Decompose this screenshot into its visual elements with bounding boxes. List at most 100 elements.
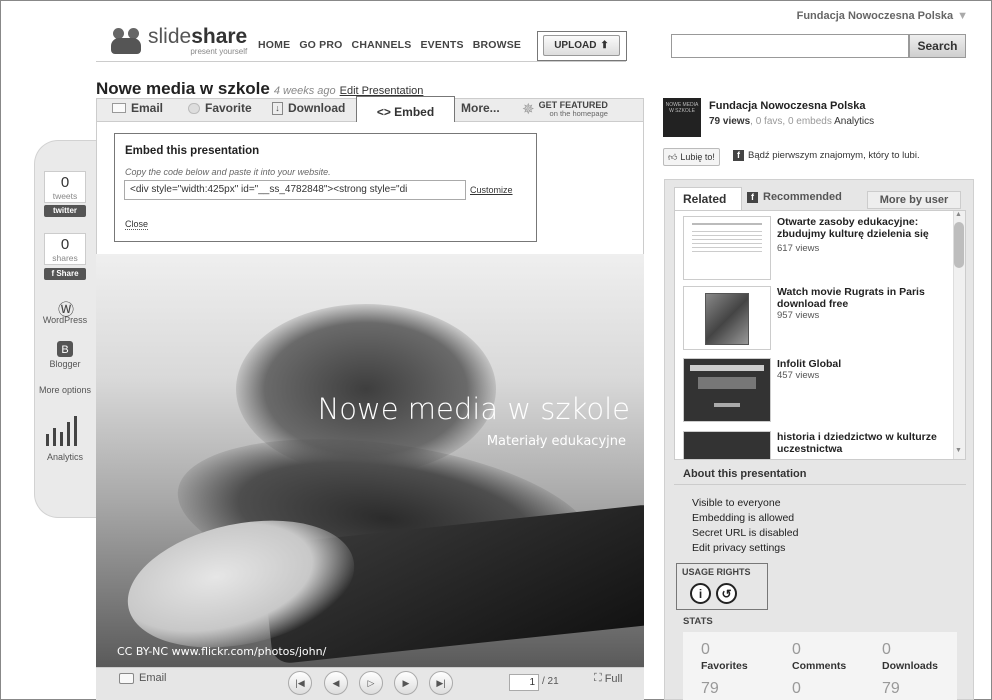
- tweet-count: 0: [60, 174, 70, 191]
- search-input[interactable]: [671, 34, 909, 58]
- embed-hint: Copy the code below and paste it into yo…: [125, 167, 331, 177]
- tweet-label: tweets: [52, 191, 78, 201]
- comments-label: Comments: [792, 660, 847, 672]
- nav-events[interactable]: EVENTS: [420, 39, 463, 51]
- analytics-bars-icon[interactable]: [46, 416, 80, 446]
- fullscreen-icon: ⛶: [594, 672, 602, 684]
- related-list: Otwarte zasoby edukacyjne: zbudujmy kult…: [674, 210, 966, 460]
- related-title[interactable]: Infolit Global: [777, 358, 957, 370]
- featured-line2: on the homepage: [549, 108, 608, 118]
- download-button[interactable]: ↓ Download: [272, 101, 345, 115]
- embedding-status: Embedding is allowed: [692, 512, 795, 524]
- favorites-label: Favorites: [701, 660, 748, 672]
- email-button[interactable]: Email: [112, 101, 163, 115]
- scroll-down-icon[interactable]: ▼: [955, 447, 962, 454]
- tab-related[interactable]: Related: [674, 187, 742, 211]
- usage-rights-label: USAGE RIGHTS: [682, 567, 751, 577]
- close-link[interactable]: Close: [125, 219, 149, 230]
- tab-more-by-user[interactable]: More by user: [867, 191, 961, 209]
- award-icon: ✵: [522, 101, 535, 118]
- top-nav: HOME GO PRO CHANNELS EVENTS BROWSE: [258, 39, 521, 51]
- related-item[interactable]: Otwarte zasoby edukacyjne: zbudujmy kult…: [683, 214, 953, 284]
- comments-total: 0: [792, 680, 801, 697]
- analytics-label[interactable]: Analytics: [34, 452, 96, 462]
- twitter-button[interactable]: twitter: [44, 205, 86, 217]
- wordpress-label[interactable]: WordPress: [34, 315, 96, 325]
- fullscreen-button[interactable]: ⛶ Full: [594, 672, 622, 685]
- page-total: / 21: [542, 676, 559, 687]
- favorites-count: 0: [701, 641, 710, 658]
- analytics-link[interactable]: Analytics: [834, 116, 874, 127]
- author-name[interactable]: Fundacja Nowoczesna Polska: [709, 100, 866, 112]
- more-options-link[interactable]: More options: [34, 385, 96, 396]
- blogger-label[interactable]: Blogger: [34, 359, 96, 369]
- slide-viewer[interactable]: [96, 254, 644, 667]
- related-title[interactable]: historia i dziedzictwo w kulturze uczest…: [777, 431, 957, 455]
- play-button[interactable]: ▷: [359, 671, 383, 695]
- first-slide-button[interactable]: |◀: [288, 671, 312, 695]
- heart-icon: [188, 102, 200, 114]
- nav-browse[interactable]: BROWSE: [473, 39, 521, 51]
- slide-subtitle: Materiały edukacyjne: [486, 434, 626, 449]
- envelope-icon: [112, 103, 126, 113]
- edit-privacy-link[interactable]: Edit privacy settings: [692, 542, 785, 554]
- related-thumbnail: [683, 431, 771, 459]
- related-title[interactable]: Watch movie Rugrats in Paris download fr…: [777, 286, 957, 310]
- related-views: 457 views: [777, 370, 820, 381]
- upload-label: UPLOAD: [554, 40, 597, 51]
- about-heading: About this presentation: [683, 468, 807, 480]
- previous-icon: ◀: [332, 677, 340, 688]
- upload-age: 4 weeks ago: [273, 85, 336, 97]
- nav-home[interactable]: HOME: [258, 39, 290, 51]
- favs-embeds: , 0 favs, 0 embeds: [750, 116, 832, 127]
- account-menu[interactable]: Fundacja Nowoczesna Polska ▼: [797, 10, 968, 22]
- embed-heading: Embed this presentation: [125, 145, 260, 157]
- customize-link[interactable]: Customize: [470, 185, 513, 195]
- facebook-icon: f: [747, 191, 758, 203]
- get-featured-link[interactable]: ✵ GET FEATURED on the homepage: [522, 100, 608, 118]
- upload-button[interactable]: UPLOAD ⬆: [543, 35, 620, 56]
- tab-recommended[interactable]: f Recommended: [747, 191, 842, 203]
- logo-text-light: slide: [148, 25, 192, 48]
- related-item[interactable]: historia i dziedzictwo w kulturze uczest…: [683, 429, 953, 459]
- scroll-up-icon[interactable]: ▲: [955, 211, 962, 218]
- previous-slide-button[interactable]: ◀: [324, 671, 348, 695]
- email-label: Email: [131, 101, 164, 115]
- search-button[interactable]: Search: [909, 34, 966, 58]
- downloads-count: 0: [882, 641, 891, 658]
- comments-count: 0: [792, 641, 801, 658]
- related-item[interactable]: Infolit Global 457 views: [683, 356, 953, 426]
- download-icon: ↓: [272, 101, 283, 115]
- up-arrow-icon: ⬆: [600, 40, 609, 51]
- page-title: Nowe media w szkole: [96, 79, 270, 98]
- related-item[interactable]: Watch movie Rugrats in Paris download fr…: [683, 284, 953, 354]
- nav-go-pro[interactable]: GO PRO: [299, 39, 342, 51]
- related-thumbnail: [683, 286, 771, 350]
- next-slide-button[interactable]: ▶: [394, 671, 418, 695]
- cc-by-icon[interactable]: i: [690, 583, 711, 604]
- player-email-button[interactable]: Email: [119, 672, 167, 684]
- facebook-share-button[interactable]: f Share: [44, 268, 86, 280]
- more-button[interactable]: More...: [461, 101, 500, 115]
- page-number-input[interactable]: 1: [509, 674, 539, 691]
- author-avatar[interactable]: NOWE MEDIA W SZKOLE: [663, 98, 701, 137]
- blogger-icon[interactable]: B: [57, 341, 73, 357]
- slideshare-logo[interactable]: slideshare present yourself: [110, 26, 247, 56]
- thumbs-up-icon: 👍︎: [668, 151, 678, 162]
- player-email-label: Email: [139, 672, 167, 684]
- favorite-button[interactable]: Favorite: [188, 101, 252, 115]
- cc-nc-icon[interactable]: ↺: [716, 583, 737, 604]
- divider: [674, 484, 966, 485]
- share-label: shares: [52, 253, 78, 263]
- stats-heading: STATS: [683, 616, 713, 627]
- slideshare-logo-icon: [110, 26, 144, 56]
- nav-channels[interactable]: CHANNELS: [352, 39, 412, 51]
- related-title[interactable]: Otwarte zasoby edukacyjne: zbudujmy kult…: [777, 216, 957, 240]
- slide-credit: CC BY-NC www.flickr.com/photos/john/: [117, 645, 327, 658]
- embed-code-field[interactable]: <div style="width:425px" id="__ss_478284…: [124, 180, 466, 200]
- wordpress-icon[interactable]: Ⓦ: [57, 296, 75, 319]
- related-views: 617 views: [777, 243, 820, 254]
- last-slide-button[interactable]: ▶|: [429, 671, 453, 695]
- facebook-like-button[interactable]: 👍︎ Lubię to!: [663, 148, 720, 166]
- scrollbar-thumb[interactable]: [954, 222, 964, 268]
